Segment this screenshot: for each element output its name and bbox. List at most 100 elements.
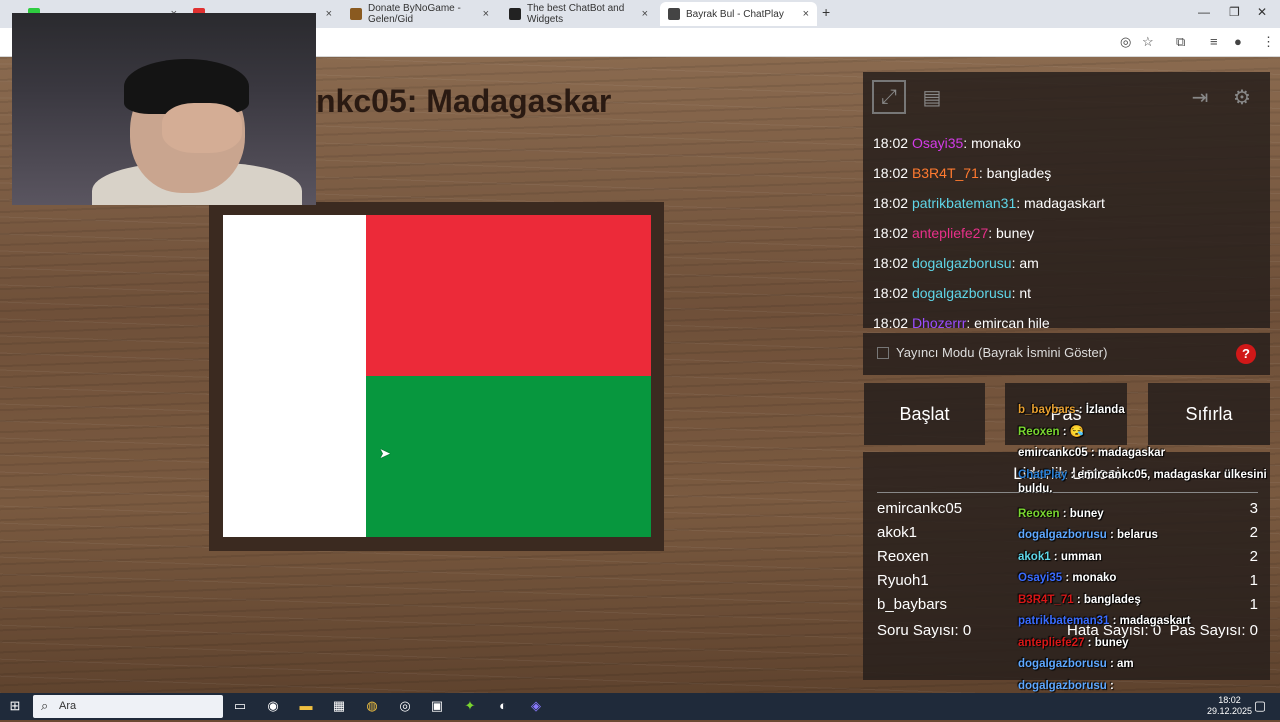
file-explorer-icon[interactable]: ▬ (297, 697, 315, 715)
mouse-cursor-icon: ➤ (379, 445, 391, 461)
chat-messages: 18:02 Osayi35: monako 18:02 B3R4T_71: ban… (873, 134, 1268, 344)
overlay-chat-message: Reoxen : buney (1018, 507, 1280, 529)
streamer-mode-checkbox[interactable] (877, 347, 889, 359)
flag-green-band (366, 376, 651, 537)
discord-icon[interactable]: ◈ (527, 697, 545, 715)
fullscreen-icon[interactable]: ⤢ (872, 80, 906, 114)
tab-donate[interactable]: Donate ByNoGame - Gelen/Gid × (342, 2, 497, 26)
overlay-chat-user: b_baybars (1018, 404, 1076, 416)
overlay-chat-message: ChatPlay : emircankc05, madagaskar ülkes… (1018, 468, 1280, 507)
system-clock[interactable]: 18:02 29.12.2025 (1207, 695, 1252, 717)
chat-user[interactable]: dogalgazborusu (912, 255, 1012, 271)
chat-text: : nt (1011, 285, 1032, 301)
tab-bayrak-bul[interactable]: Bayrak Bul - ChatPlay × (660, 2, 817, 26)
tab-favicon-icon (350, 8, 362, 20)
close-tab-icon[interactable]: × (483, 8, 489, 20)
tab-label: Bayrak Bul - ChatPlay (686, 8, 784, 20)
chat-time: 18:02 (873, 135, 909, 151)
close-tab-icon[interactable]: × (326, 8, 332, 20)
chat-message: 18:02 patrikbateman31: madagaskart (873, 194, 1268, 224)
question-count: Soru Sayısı: 0 (877, 622, 972, 639)
chat-time: 18:02 (873, 315, 909, 331)
epic-games-icon[interactable]: ▣ (428, 697, 446, 715)
chrome-icon[interactable]: ◍ (363, 697, 381, 715)
reading-list-icon[interactable]: ≡ (1210, 34, 1218, 49)
overlay-chat-message: b_baybars : İzlanda (1018, 403, 1280, 425)
flag-red-band (366, 215, 651, 376)
overlay-chat-user: Reoxen (1018, 507, 1060, 520)
logout-icon[interactable]: ⇥ (1183, 80, 1217, 114)
tab-label: Donate ByNoGame - Gelen/Gid (368, 3, 461, 25)
taskbar-search[interactable]: ⌕ Ara (33, 695, 223, 718)
overlay-chat-message: dogalgazborusu : am (1018, 657, 1280, 679)
chat-message: 18:02 dogalgazborusu: nt (873, 284, 1268, 314)
overlay-chat-message: akok1 : umman (1018, 550, 1280, 572)
help-button[interactable]: ? (1236, 344, 1256, 364)
chat-user[interactable]: antepliefe27 (912, 225, 988, 241)
chat-user[interactable]: Osayi35 (912, 135, 963, 151)
chat-text: : buney (988, 225, 1035, 241)
webcam-overlay (12, 13, 316, 205)
chat-message: 18:02 Osayi35: monako (873, 134, 1268, 164)
overlay-chat-user: patrikbateman31 (1018, 615, 1110, 627)
chat-user[interactable]: dogalgazborusu (912, 285, 1012, 301)
stream-chat-overlay: b_baybars : İzlanda Reoxen : 😪 emircankc05… (1018, 403, 1280, 722)
task-view-icon[interactable]: ▭ (231, 697, 249, 715)
new-tab-button[interactable]: + (822, 4, 830, 20)
chat-time: 18:02 (873, 195, 909, 211)
chat-time: 18:02 (873, 225, 909, 241)
flag-frame (209, 202, 664, 551)
chat-panel: ⤢ ▤ ⇥ ⚙ 18:02 Osayi35: monako 18:02 B3R4T… (863, 72, 1270, 331)
minimize-icon[interactable]: — (1198, 5, 1210, 19)
chat-toolbar: ⤢ ▤ ⇥ ⚙ (863, 72, 1270, 122)
notes-icon[interactable]: ▤ (915, 80, 949, 114)
overlay-chat-message: Reoxen : 😪 (1018, 425, 1280, 447)
overlay-chat-user: dogalgazborusu (1018, 679, 1107, 692)
chat-message: 18:02 B3R4T_71: bangladeş (873, 164, 1268, 194)
obs-icon[interactable]: ◎ (396, 697, 414, 715)
webcam-person-hand (162, 103, 242, 153)
store-icon[interactable]: ▦ (330, 697, 348, 715)
overlay-chat-user: B3R4T_71 (1018, 593, 1074, 606)
start-button[interactable]: Başlat (864, 383, 985, 445)
chat-time: 18:02 (873, 255, 909, 271)
overlay-chat-user: dogalgazborusu (1018, 529, 1107, 541)
tab-chatbot[interactable]: The best ChatBot and Widgets × (501, 2, 656, 26)
chat-text: : bangladeş (978, 165, 1052, 181)
chat-user[interactable]: B3R4T_71 (912, 165, 979, 181)
flag-image (223, 215, 651, 537)
question-title: nkc05: Madagaskar (316, 83, 612, 119)
overlay-chat-text: : belarus (1106, 529, 1158, 541)
chat-text: : monako (963, 135, 1021, 151)
extensions-icon[interactable]: ⧉ (1176, 34, 1185, 50)
chat-text: : madagaskart (1016, 195, 1105, 211)
app-icon-2[interactable]: ◐ (494, 697, 512, 715)
overlay-chat-text: : am (1106, 658, 1134, 670)
windows-start-icon[interactable]: ⊞ (6, 697, 24, 715)
close-tab-icon[interactable]: × (642, 8, 648, 20)
menu-kebab-icon[interactable]: ⋮ (1262, 34, 1275, 50)
overlay-chat-text: : madagaskart (1109, 615, 1191, 627)
player-name: Ryuoh1 (877, 572, 929, 589)
chat-user[interactable]: patrikbateman31 (912, 195, 1016, 211)
clock-date: 29.12.2025 (1206, 706, 1252, 716)
gear-icon[interactable]: ⚙ (1225, 80, 1259, 114)
steam-icon[interactable]: ◉ (264, 697, 282, 715)
tracking-icon[interactable]: ◎ (1120, 34, 1131, 50)
bookmark-star-icon[interactable]: ☆ (1142, 34, 1154, 50)
player-name: b_baybars (877, 596, 948, 613)
profile-avatar-icon[interactable]: ● (1234, 34, 1242, 49)
overlay-chat-user: ChatPlay (1018, 468, 1068, 481)
overlay-chat-user: antepliefe27 (1018, 636, 1085, 649)
overlay-chat-user: akok1 (1018, 550, 1051, 563)
restore-icon[interactable]: ❐ (1229, 5, 1240, 19)
close-window-icon[interactable]: ✕ (1257, 5, 1267, 19)
overlay-chat-text: : İzlanda (1075, 404, 1125, 416)
overlay-chat-text: : madagaskar (1087, 447, 1166, 459)
overlay-chat-text: : 😪 (1059, 425, 1085, 438)
app-icon[interactable]: ✦ (461, 697, 479, 715)
close-tab-icon[interactable]: × (803, 8, 809, 20)
chat-user[interactable]: Dhozerrr (912, 315, 966, 331)
notification-icon[interactable]: ▢ (1251, 697, 1269, 715)
overlay-chat-message: dogalgazborusu : belarus (1018, 528, 1280, 550)
